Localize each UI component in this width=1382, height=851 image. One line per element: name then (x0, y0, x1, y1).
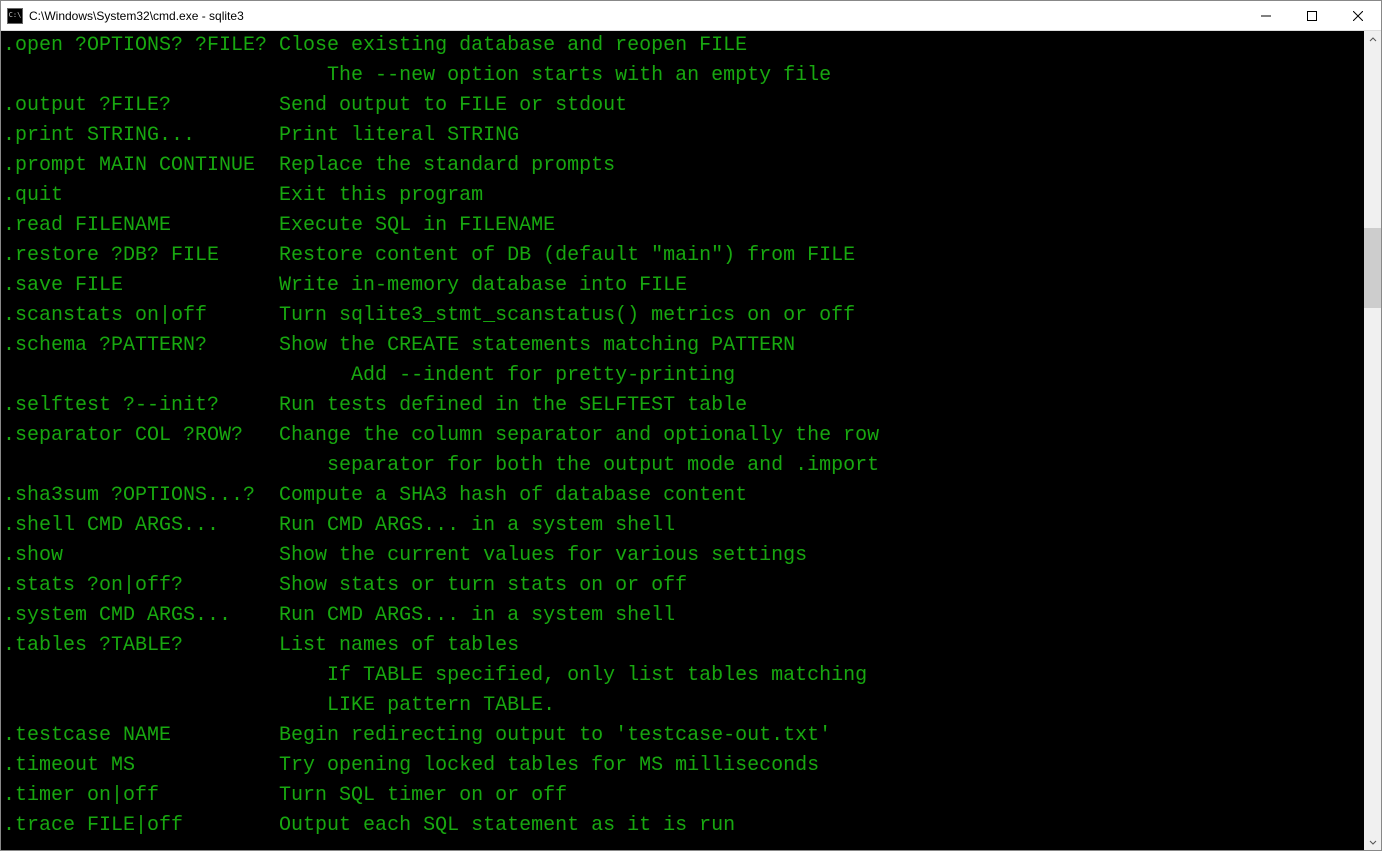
window-title: C:\Windows\System32\cmd.exe - sqlite3 (29, 9, 1243, 23)
cmd-icon: C:\ (7, 8, 23, 24)
minimize-button[interactable] (1243, 1, 1289, 30)
titlebar[interactable]: C:\ C:\Windows\System32\cmd.exe - sqlite… (1, 1, 1381, 31)
close-button[interactable] (1335, 1, 1381, 30)
window-controls (1243, 1, 1381, 30)
terminal-area: .open ?OPTIONS? ?FILE? Close existing da… (1, 31, 1381, 850)
maximize-button[interactable] (1289, 1, 1335, 30)
vertical-scrollbar[interactable] (1364, 31, 1381, 850)
terminal-output[interactable]: .open ?OPTIONS? ?FILE? Close existing da… (1, 31, 1364, 850)
cmd-window: C:\ C:\Windows\System32\cmd.exe - sqlite… (0, 0, 1382, 851)
scrollbar-thumb[interactable] (1364, 228, 1381, 308)
scroll-up-arrow-icon[interactable] (1364, 31, 1381, 48)
scroll-down-arrow-icon[interactable] (1364, 833, 1381, 850)
scrollbar-track[interactable] (1364, 48, 1381, 833)
